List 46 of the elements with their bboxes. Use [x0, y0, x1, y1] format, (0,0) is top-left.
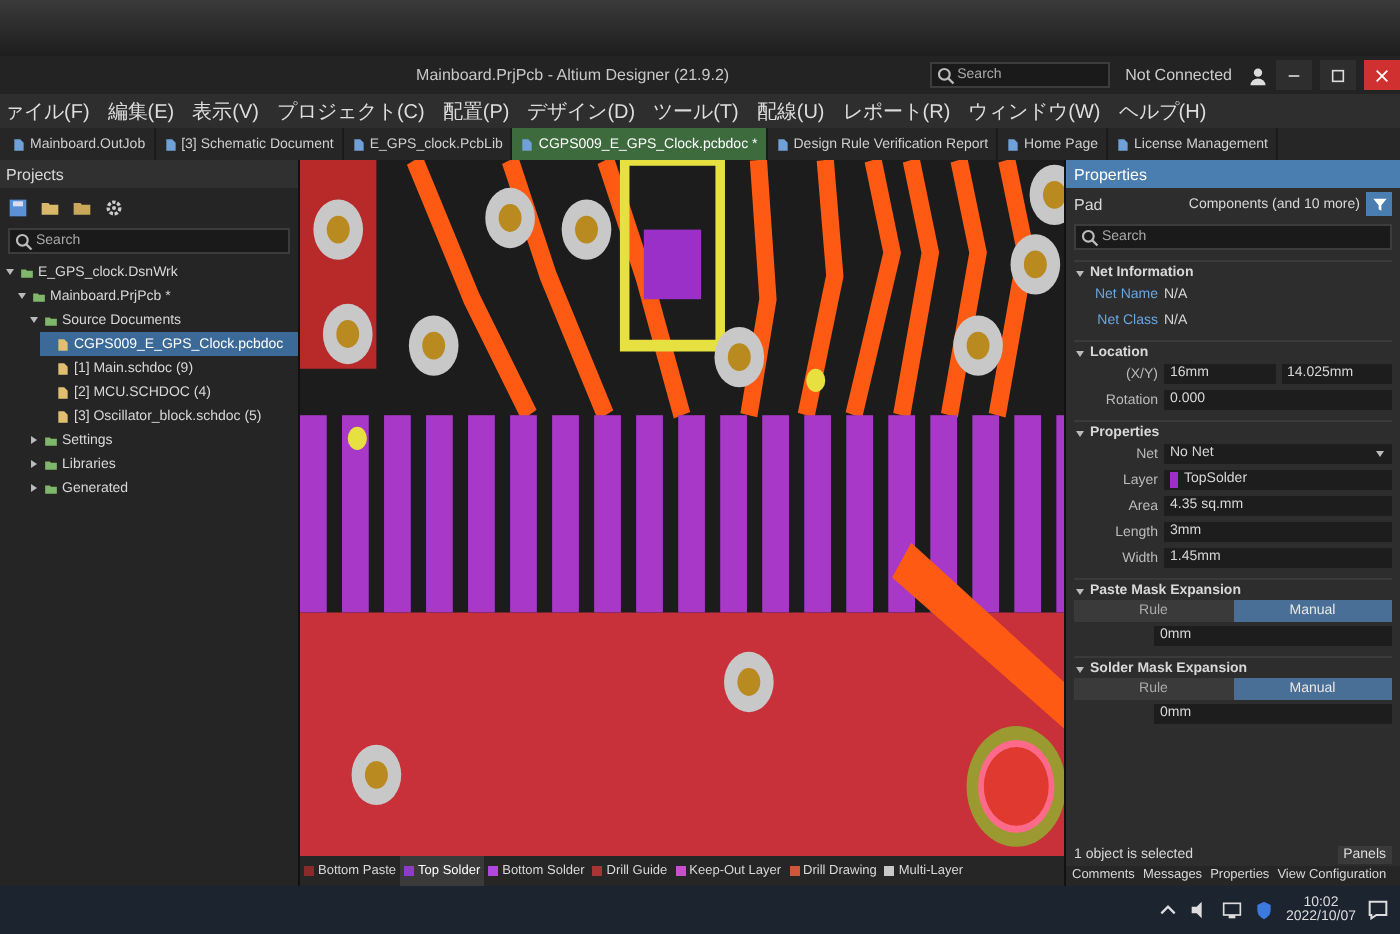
document-icon — [12, 137, 26, 151]
search-icon — [1080, 228, 1100, 248]
panel-title: Properties — [1074, 165, 1147, 183]
monitor-icon[interactable] — [1221, 900, 1242, 920]
layer-color-icon — [1170, 472, 1178, 488]
window-title: Mainboard.PrjPcb - Altium Designer (21.9.2) — [414, 66, 732, 84]
search-icon — [14, 232, 34, 252]
menu-item[interactable]: ウィンドウ(W) — [968, 97, 1101, 125]
close-icon — [1374, 67, 1390, 83]
dropdown-arrow-icon — [1374, 448, 1386, 460]
menu-item[interactable]: 配置(P) — [442, 97, 510, 125]
menu-item[interactable]: 表示(V) — [192, 97, 259, 125]
user-icon[interactable] — [1248, 65, 1268, 85]
menu-item[interactable]: プロジェクト(C) — [276, 97, 425, 125]
gear-icon[interactable] — [104, 198, 124, 218]
maximize-button[interactable] — [1320, 60, 1356, 90]
filter-button[interactable] — [1366, 192, 1392, 216]
save-icon[interactable] — [8, 198, 28, 218]
collapse-arrow-icon[interactable] — [1074, 267, 1086, 279]
chevron-up-icon[interactable] — [1157, 900, 1178, 920]
menu-item[interactable]: 配線(U) — [756, 97, 825, 125]
collapse-arrow-icon[interactable] — [1074, 347, 1086, 359]
document-icon — [775, 137, 790, 151]
menu-item[interactable]: 編集(E) — [107, 97, 175, 125]
maximize-icon — [1330, 67, 1346, 83]
notification-icon[interactable] — [1368, 900, 1388, 920]
shield-icon[interactable] — [1253, 900, 1274, 920]
close-button[interactable] — [1364, 60, 1400, 90]
collapse-arrow-icon[interactable] — [1074, 585, 1086, 597]
object-type: Pad — [1074, 195, 1103, 213]
collapse-arrow-icon[interactable] — [1074, 427, 1086, 439]
menu-item[interactable]: ヘルプ(H) — [1118, 97, 1207, 125]
connection-status[interactable]: Not Connected — [1117, 66, 1240, 84]
menu-item[interactable]: ァイル(F) — [4, 97, 90, 125]
panel-title: Projects — [6, 165, 64, 183]
menu-item[interactable]: デザイン(D) — [527, 97, 636, 125]
filter-icon — [1371, 196, 1387, 212]
document-icon — [520, 137, 535, 151]
document-icon — [1116, 137, 1130, 151]
collapse-arrow-icon[interactable] — [1074, 663, 1086, 675]
document-icon — [351, 137, 366, 151]
search-icon — [935, 66, 956, 86]
menu-item[interactable]: ツール(T) — [653, 97, 739, 125]
menu-item[interactable]: レポート(R) — [842, 97, 951, 125]
document-icon — [1006, 137, 1021, 151]
document-icon — [163, 137, 178, 151]
